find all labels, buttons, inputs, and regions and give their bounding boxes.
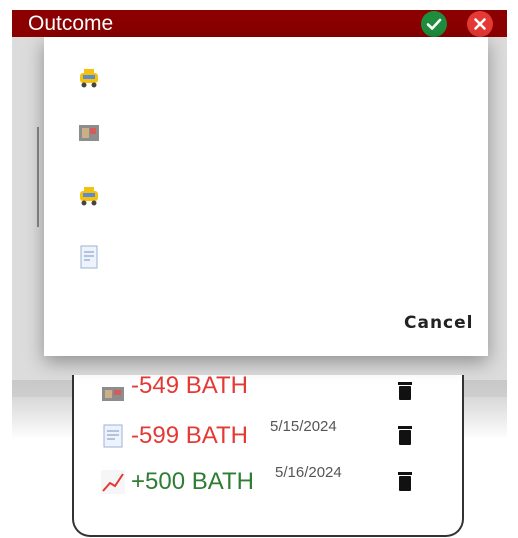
page-title: Outcome bbox=[28, 12, 114, 35]
list-item: +500 BATH 5/16/2024 bbox=[100, 465, 440, 501]
shop-icon[interactable] bbox=[76, 120, 102, 146]
icon-picker-dialog: Cancel bbox=[44, 37, 488, 356]
trash-icon[interactable] bbox=[396, 425, 414, 447]
transaction-date: 5/15/2024 bbox=[270, 418, 337, 435]
transaction-amount: +500 BATH bbox=[131, 468, 254, 495]
taxi-icon[interactable] bbox=[76, 66, 102, 92]
check-icon bbox=[426, 18, 442, 30]
trash-icon[interactable] bbox=[396, 381, 414, 403]
title-bar: Outcome bbox=[12, 10, 507, 37]
list-item: -549 BATH bbox=[100, 372, 440, 411]
taxi-icon[interactable] bbox=[76, 184, 102, 210]
confirm-button[interactable] bbox=[421, 11, 447, 37]
close-button[interactable] bbox=[467, 11, 493, 37]
trash-icon[interactable] bbox=[396, 471, 414, 493]
receipt-icon bbox=[103, 424, 123, 448]
list-item: -599 BATH 5/15/2024 bbox=[100, 419, 440, 455]
panel-border bbox=[37, 127, 39, 227]
cancel-button[interactable]: Cancel bbox=[404, 313, 473, 333]
transaction-amount: -599 BATH bbox=[131, 422, 248, 449]
close-icon bbox=[474, 18, 486, 30]
receipt-icon[interactable] bbox=[76, 244, 102, 270]
transaction-date: 5/16/2024 bbox=[275, 464, 342, 481]
trend-up-icon bbox=[101, 470, 125, 494]
transaction-amount: -549 BATH bbox=[131, 372, 248, 399]
shop-icon bbox=[102, 387, 124, 401]
transaction-list: -549 BATH -599 BATH 5/15/2024 +500 BATH … bbox=[72, 372, 464, 537]
